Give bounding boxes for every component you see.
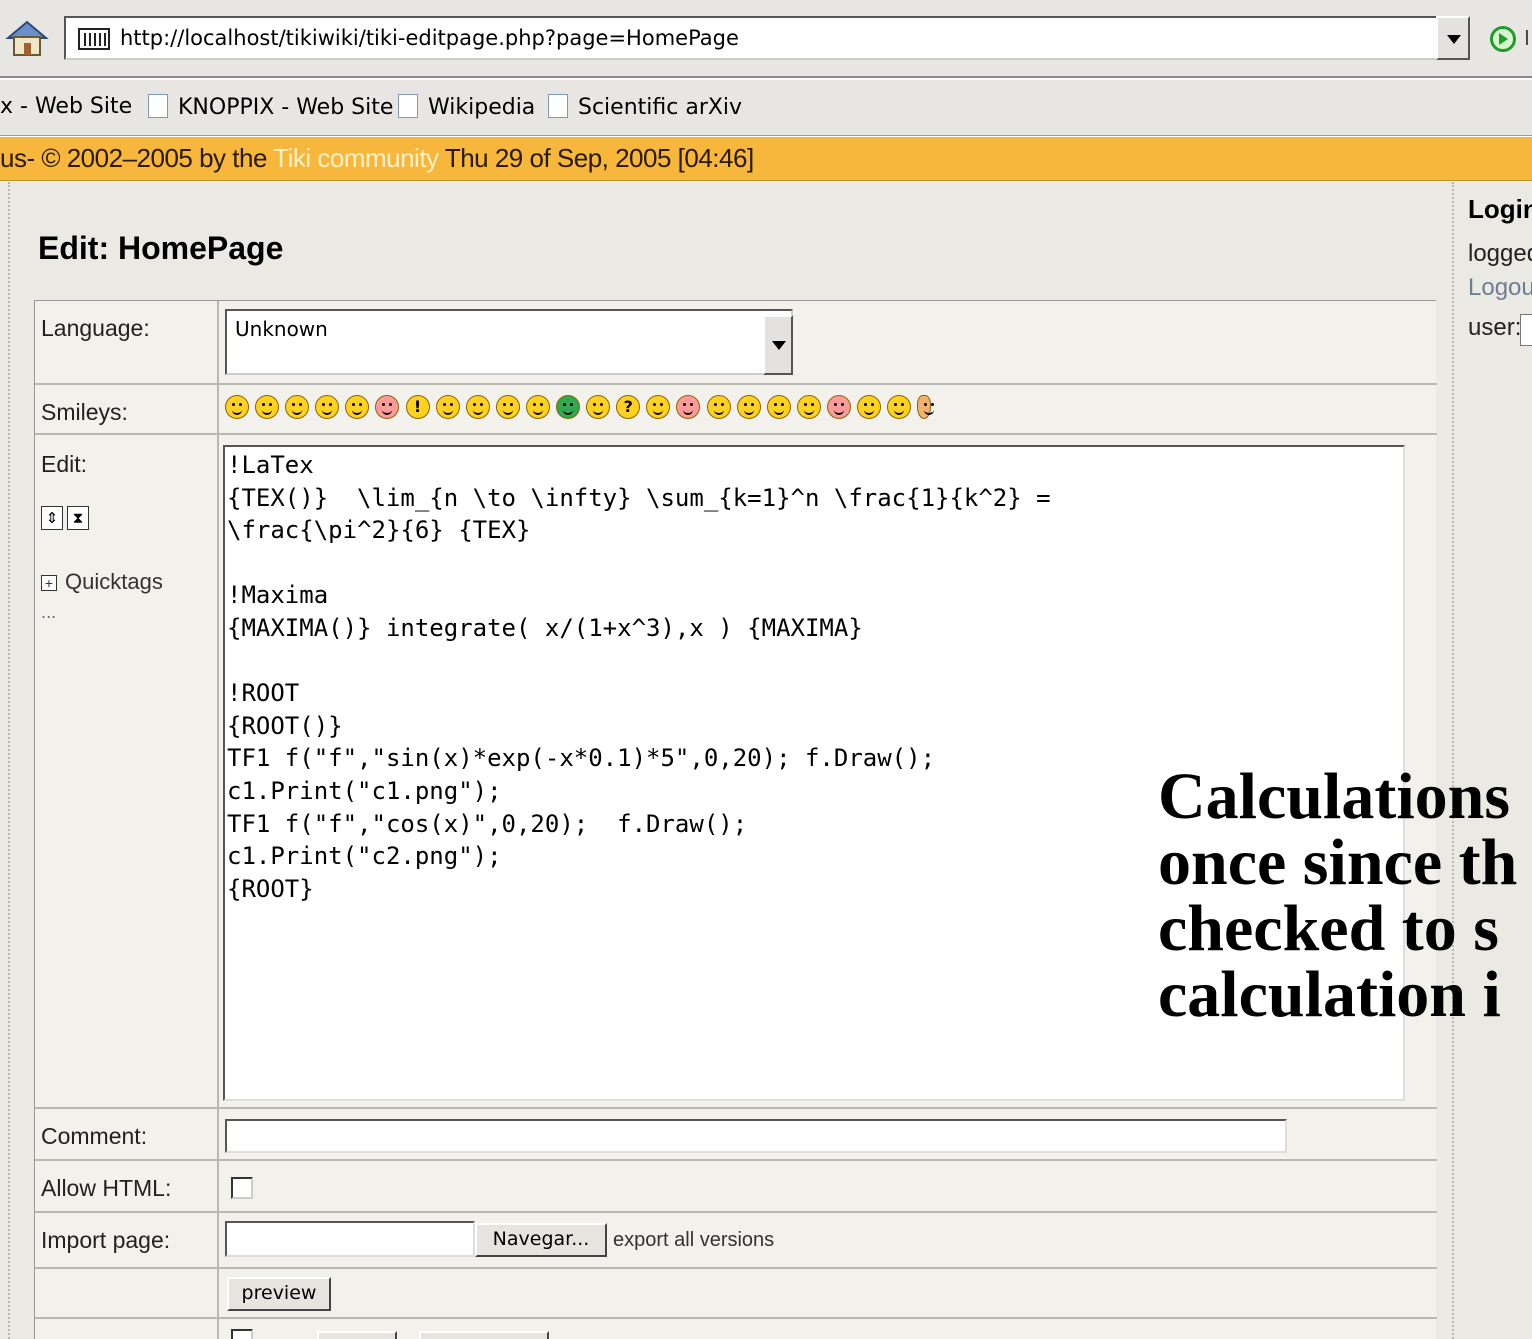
row-divider bbox=[35, 383, 1437, 385]
address-bar[interactable]: http://localhost/tikiwiki/tiki-editpage.… bbox=[64, 16, 1440, 60]
edit-label: Edit: bbox=[41, 451, 88, 477]
editor-content: !LaTex {TEX()} \lim_{n \to \infty} \sum_… bbox=[227, 451, 1051, 903]
row-divider bbox=[35, 1159, 1437, 1161]
go-arrow-icon bbox=[1490, 26, 1516, 52]
smiley-mrgreen-icon[interactable] bbox=[556, 395, 581, 419]
browser-toolbar: http://localhost/tikiwiki/tiki-editpage.… bbox=[0, 0, 1532, 78]
overlay-line: checked to s bbox=[1158, 892, 1499, 965]
row-divider bbox=[35, 1211, 1437, 1213]
bookmark-page-icon bbox=[148, 94, 168, 118]
hourglass-icon[interactable]: ⧗ bbox=[67, 506, 89, 530]
comment-label: Comment: bbox=[41, 1123, 148, 1149]
smiley-eek-icon[interactable] bbox=[345, 395, 370, 419]
export-all-versions-link[interactable]: export all versions bbox=[613, 1229, 774, 1252]
smiley-wink-icon[interactable] bbox=[856, 395, 881, 419]
overlay-line: calculation i bbox=[1158, 958, 1501, 1031]
login-title: Login bbox=[1468, 194, 1532, 224]
user-input[interactable] bbox=[1520, 314, 1532, 346]
smiley-evil-icon[interactable] bbox=[375, 395, 400, 419]
smiley-idea-icon[interactable] bbox=[465, 395, 490, 419]
smiley-biggrin-icon[interactable] bbox=[225, 395, 249, 419]
quicktags-label: Quicktags bbox=[65, 569, 163, 594]
row-divider bbox=[35, 1317, 1437, 1319]
bookmark-label: x - Web Site bbox=[0, 94, 133, 119]
form-column-divider bbox=[217, 301, 219, 1339]
bookmark-item[interactable]: x - Web Site bbox=[0, 94, 132, 119]
row-divider bbox=[35, 433, 1437, 435]
smiley-lol-icon[interactable] bbox=[495, 395, 520, 419]
language-value: Unknown bbox=[235, 317, 328, 341]
quicktags-toggle[interactable]: + Quicktags bbox=[41, 569, 163, 595]
bookmark-page-icon bbox=[548, 94, 568, 118]
language-label: Language: bbox=[41, 315, 150, 341]
smiley-redface-icon[interactable] bbox=[676, 395, 701, 419]
smiley-surprised-icon[interactable] bbox=[796, 395, 821, 419]
allow-html-label: Allow HTML: bbox=[41, 1175, 172, 1201]
smileys-label: Smileys: bbox=[41, 399, 128, 425]
smiley-sad-icon[interactable] bbox=[736, 395, 761, 419]
smiley-exclaim-icon[interactable]: ! bbox=[405, 395, 430, 419]
partial-button[interactable] bbox=[317, 1331, 397, 1339]
allow-html-checkbox[interactable] bbox=[231, 1177, 253, 1199]
smiley-frown-icon[interactable] bbox=[435, 395, 460, 419]
smiley-santa-icon[interactable] bbox=[917, 395, 935, 419]
import-page-label: Import page: bbox=[41, 1227, 171, 1253]
quicktags-more: ... bbox=[41, 603, 57, 622]
bookmark-label: KNOPPIX - Web Site bbox=[178, 95, 394, 120]
import-file-input[interactable] bbox=[225, 1221, 475, 1257]
url-history-dropdown[interactable] bbox=[1436, 16, 1470, 60]
page-icon bbox=[78, 28, 110, 50]
slide-overlay-text: Calculations once since th checked to s … bbox=[1158, 764, 1517, 1028]
expand-plus-icon: + bbox=[41, 575, 57, 591]
go-label: I bbox=[1524, 26, 1530, 50]
language-dropdown-arrow[interactable] bbox=[763, 315, 793, 375]
tiki-status-bar: us- © 2002–2005 by the Tiki community Th… bbox=[0, 137, 1532, 181]
page-title: Edit: HomePage bbox=[38, 230, 284, 266]
partial-checkbox[interactable] bbox=[231, 1329, 253, 1339]
bookmark-item[interactable]: Scientific arXiv bbox=[548, 94, 742, 120]
smiley-cool-icon[interactable] bbox=[285, 395, 310, 419]
go-button[interactable]: I bbox=[1486, 24, 1532, 54]
left-column-divider bbox=[8, 182, 10, 1339]
smiley-neutral-icon[interactable] bbox=[586, 395, 611, 419]
partial-button[interactable] bbox=[419, 1331, 549, 1339]
language-select[interactable]: Unknown bbox=[225, 309, 793, 375]
bookmark-label: Wikipedia bbox=[428, 95, 536, 120]
bookmarks-bar: x - Web Site KNOPPIX - Web Site Wikipedi… bbox=[0, 80, 1532, 136]
smiley-question-icon[interactable]: ? bbox=[616, 395, 641, 419]
status-text: us- © 2002–2005 by the Tiki community Th… bbox=[0, 143, 754, 174]
bookmark-page-icon bbox=[398, 94, 418, 118]
smileys-row: ! ? bbox=[225, 395, 935, 423]
server-date: Thu 29 of Sep, 2005 [04:46] bbox=[438, 143, 754, 173]
smiley-twisted-icon[interactable] bbox=[826, 395, 851, 419]
preview-button[interactable]: preview bbox=[227, 1277, 331, 1311]
bookmark-item[interactable]: Wikipedia bbox=[398, 94, 535, 120]
user-label: user: bbox=[1468, 314, 1522, 341]
bookmark-label: Scientific arXiv bbox=[578, 95, 743, 120]
smiley-arrow-icon[interactable] bbox=[887, 395, 912, 419]
tiki-community-link[interactable]: Tiki community bbox=[273, 143, 439, 173]
row-divider bbox=[35, 1107, 1437, 1109]
copyright-text: us- © 2002–2005 by the bbox=[0, 143, 274, 173]
smiley-razz-icon[interactable] bbox=[646, 395, 671, 419]
browse-button[interactable]: Navegar... bbox=[475, 1223, 607, 1257]
overlay-line: once since th bbox=[1158, 826, 1518, 899]
logged-in-text: logged bbox=[1468, 240, 1532, 267]
smiley-mad-icon[interactable] bbox=[525, 395, 550, 419]
smiley-confused-icon[interactable] bbox=[255, 395, 280, 419]
bookmark-item[interactable]: KNOPPIX - Web Site bbox=[148, 94, 393, 120]
url-text: http://localhost/tikiwiki/tiki-editpage.… bbox=[120, 26, 739, 50]
smiley-smile-icon[interactable] bbox=[766, 395, 791, 419]
home-icon[interactable] bbox=[4, 18, 50, 58]
row-divider bbox=[35, 1267, 1437, 1269]
logout-link[interactable]: Logout bbox=[1468, 274, 1532, 302]
overlay-line: Calculations bbox=[1158, 760, 1511, 833]
comment-input[interactable] bbox=[225, 1119, 1287, 1153]
smiley-cry-icon[interactable] bbox=[315, 395, 340, 419]
smiley-rolleyes-icon[interactable] bbox=[706, 395, 731, 419]
editor-tools: ⇕ ⧗ bbox=[41, 506, 93, 530]
resize-editor-icon[interactable]: ⇕ bbox=[41, 506, 63, 530]
